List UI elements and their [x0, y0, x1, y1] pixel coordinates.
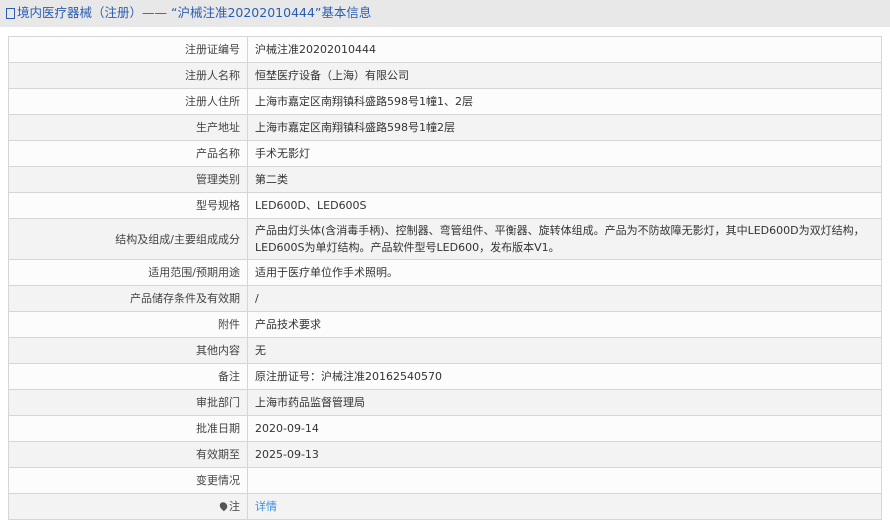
row-label: 结构及组成/主要组成成分: [8, 218, 248, 260]
table-row: 注册人名称 恒埜医疗设备（上海）有限公司: [8, 62, 882, 89]
row-value: 无: [247, 337, 882, 364]
row-value: 手术无影灯: [247, 140, 882, 167]
row-value: 2020-09-14: [247, 415, 882, 442]
table-row: 适用范围/预期用途 适用于医疗单位作手术照明。: [8, 259, 882, 286]
table-row: 生产地址 上海市嘉定区南翔镇科盛路598号1幢2层: [8, 114, 882, 141]
row-value: 上海市药品监督管理局: [247, 389, 882, 416]
row-value: 上海市嘉定区南翔镇科盛路598号1幢2层: [247, 114, 882, 141]
note-label-cell: 注: [8, 493, 248, 520]
row-label: 注册人住所: [8, 88, 248, 115]
row-value: 上海市嘉定区南翔镇科盛路598号1幢1、2层: [247, 88, 882, 115]
note-value: 详情: [247, 493, 882, 520]
row-label: 备注: [8, 363, 248, 390]
row-label: 适用范围/预期用途: [8, 259, 248, 286]
row-value: 第二类: [247, 166, 882, 193]
table-row: 审批部门 上海市药品监督管理局: [8, 389, 882, 416]
row-label: 产品储存条件及有效期: [8, 285, 248, 312]
table-row: 结构及组成/主要组成成分 产品由灯头体(含消毒手柄)、控制器、弯管组件、平衡器、旋…: [8, 218, 882, 260]
row-label: 注册证编号: [8, 36, 248, 63]
details-link[interactable]: 详情: [255, 500, 277, 513]
table-row: 产品储存条件及有效期 /: [8, 285, 882, 312]
row-value: 沪械注准20202010444: [247, 36, 882, 63]
row-label: 型号规格: [8, 192, 248, 219]
table-row: 型号规格 LED600D、LED600S: [8, 192, 882, 219]
pin-icon: [218, 500, 229, 512]
row-label: 变更情况: [8, 467, 248, 494]
table-row: 有效期至 2025-09-13: [8, 441, 882, 468]
page-title: 境内医疗器械（注册）—— “沪械注准20202010444”基本信息: [17, 5, 372, 20]
row-value: LED600D、LED600S: [247, 192, 882, 219]
row-value: 恒埜医疗设备（上海）有限公司: [247, 62, 882, 89]
row-label: 产品名称: [8, 140, 248, 167]
row-value: 产品由灯头体(含消毒手柄)、控制器、弯管组件、平衡器、旋转体组成。产品为不防故障…: [247, 218, 882, 260]
row-label: 其他内容: [8, 337, 248, 364]
row-label: 生产地址: [8, 114, 248, 141]
row-value: 原注册证号：沪械注准20162540570: [247, 363, 882, 390]
table-row: 管理类别 第二类: [8, 166, 882, 193]
row-value: 产品技术要求: [247, 311, 882, 338]
row-value: 适用于医疗单位作手术照明。: [247, 259, 882, 286]
table-row: 注册人住所 上海市嘉定区南翔镇科盛路598号1幢1、2层: [8, 88, 882, 115]
row-label: 管理类别: [8, 166, 248, 193]
note-label: 注: [229, 500, 240, 513]
page-header: 境内医疗器械（注册）—— “沪械注准20202010444”基本信息: [0, 0, 890, 27]
table-row: 注册证编号 沪械注准20202010444: [8, 36, 882, 63]
table-row: 批准日期 2020-09-14: [8, 415, 882, 442]
row-label: 审批部门: [8, 389, 248, 416]
table-row: 其他内容无: [8, 337, 882, 364]
document-icon: [6, 8, 15, 19]
table-row: 变更情况: [8, 467, 882, 494]
row-label: 批准日期: [8, 415, 248, 442]
row-label: 注册人名称: [8, 62, 248, 89]
table-row: 产品名称 手术无影灯: [8, 140, 882, 167]
row-label: 有效期至: [8, 441, 248, 468]
row-value: /: [247, 285, 882, 312]
row-value: 2025-09-13: [247, 441, 882, 468]
info-table: 注册证编号 沪械注准20202010444 注册人名称 恒埜医疗设备（上海）有限公司注…: [8, 36, 882, 520]
table-row: 附件 产品技术要求: [8, 311, 882, 338]
note-row: 注 详情: [8, 493, 882, 520]
row-label: 附件: [8, 311, 248, 338]
table-row: 备注 原注册证号：沪械注准20162540570: [8, 363, 882, 390]
row-value: [247, 467, 882, 494]
